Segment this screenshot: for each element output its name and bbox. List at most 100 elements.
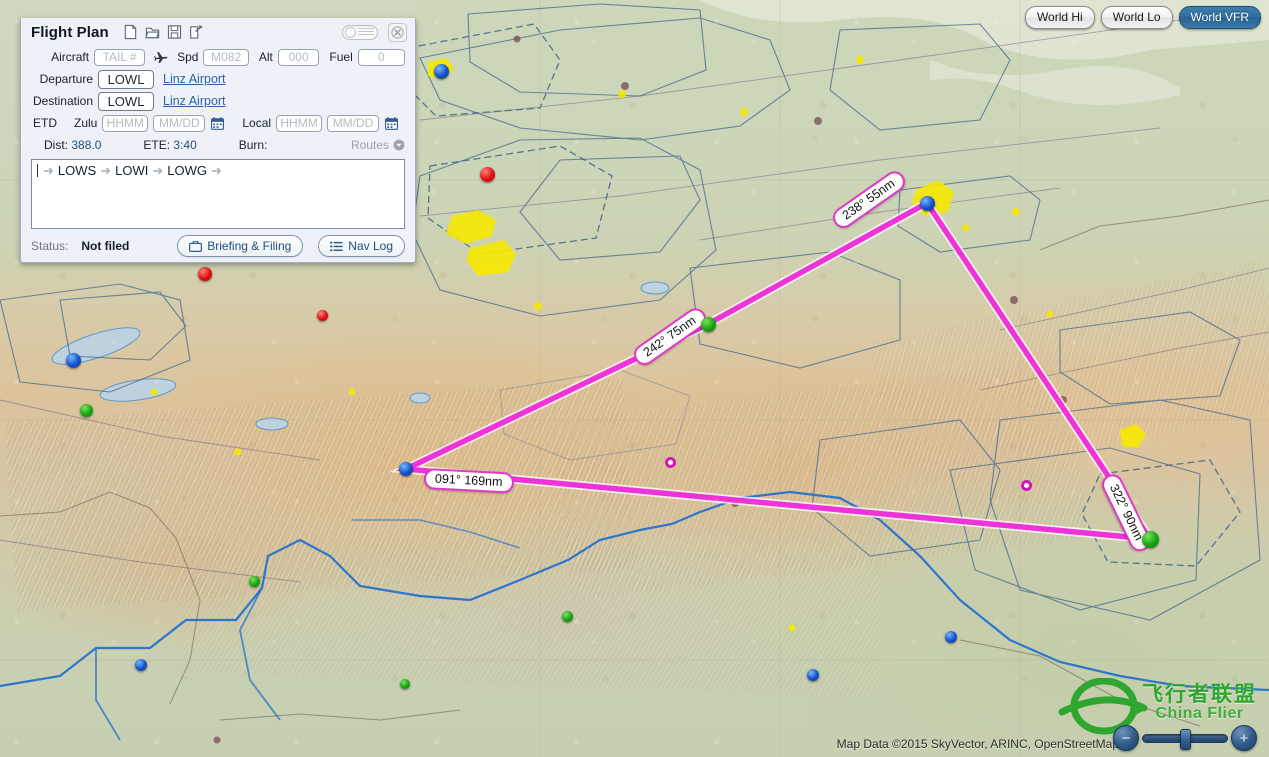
spd-label: Spd: [177, 50, 199, 64]
routes-label: Routes: [350, 137, 389, 152]
list-lines-icon: [330, 241, 343, 251]
route-input[interactable]: ➜ LOWS ➜ LOWI ➜ LOWG ➜: [31, 159, 405, 229]
briefing-filing-button[interactable]: Briefing & Filing: [177, 235, 304, 257]
airplane-icon[interactable]: [154, 51, 168, 64]
poi-marker-red-upper[interactable]: [479, 166, 495, 182]
etd-local-date-input[interactable]: MM/DD: [327, 114, 380, 132]
etd-label: ETD: [33, 116, 57, 130]
poi-marker-red-left[interactable]: [198, 267, 212, 281]
route-waypoint-2: LOWG: [167, 163, 207, 178]
dist-label: Dist:: [44, 137, 68, 152]
departure-input[interactable]: LOWL: [98, 69, 154, 89]
poi-marker-blue-s3[interactable]: [945, 631, 957, 643]
destination-airport-link[interactable]: Linz Airport: [163, 94, 226, 108]
route-arrow-0: ➜: [43, 163, 54, 178]
chevron-down-circle-icon: [393, 139, 405, 150]
zulu-label: Zulu: [74, 116, 98, 130]
ete-value: 3:40: [173, 137, 197, 152]
burn-stat: Burn:: [239, 138, 268, 152]
flight-plan-footer: Status: Not filed Briefing & Filing Nav …: [21, 229, 415, 257]
map-layer-buttons: World Hi World Lo World VFR: [1024, 6, 1261, 29]
zoom-slider-thumb[interactable]: [1180, 728, 1191, 750]
destination-row: Destination LOWL Linz Airport: [31, 90, 405, 112]
destination-input[interactable]: LOWL: [98, 91, 154, 111]
etd-row: ETD Zulu HHMM MM/DD Local HHMM MM/DD: [31, 112, 405, 134]
etd-zulu-time-input[interactable]: HHMM: [102, 114, 149, 132]
poi-marker-blue-s1[interactable]: [135, 659, 147, 671]
poi-marker-green-left[interactable]: [79, 403, 93, 417]
burn-label: Burn:: [238, 137, 268, 152]
zoom-in-button[interactable]: +: [1231, 725, 1257, 751]
close-icon: [391, 25, 404, 39]
calendar-icon-local[interactable]: [385, 116, 399, 130]
fuel-label: Fuel: [329, 50, 353, 64]
layer-button-world-hi[interactable]: World Hi: [1024, 6, 1095, 29]
speed-input[interactable]: M082: [203, 48, 249, 66]
waypoint-marker-blue-left[interactable]: [399, 462, 413, 476]
routes-dropdown[interactable]: Routes: [351, 138, 405, 152]
poi-marker-blue-left[interactable]: [65, 352, 81, 368]
etd-local-time-input[interactable]: HHMM: [276, 114, 323, 132]
departure-airport-link[interactable]: Linz Airport: [163, 72, 226, 86]
local-label: Local: [242, 116, 272, 130]
flight-plan-toolbar: [123, 24, 204, 40]
flight-plan-panel: Flight Plan Aircraft TAIL # Spd M082 Alt…: [20, 18, 416, 263]
waypoint-marker-green-right[interactable]: [1141, 530, 1159, 548]
poi-marker-blue-upper[interactable]: [433, 63, 449, 79]
route-arrow-2: ➜: [152, 163, 164, 178]
poi-marker-ring-left[interactable]: [664, 456, 676, 468]
new-file-icon[interactable]: [123, 24, 138, 40]
waypoint-marker-blue-top[interactable]: [919, 195, 935, 211]
toggle-knob: [345, 26, 356, 38]
ete-stat: ETE: 3:40: [143, 138, 196, 152]
briefing-filing-label: Briefing & Filing: [207, 239, 292, 253]
departure-row: Departure LOWL Linz Airport: [31, 68, 405, 90]
aircraft-label: Aircraft: [51, 50, 90, 64]
flight-plan-header: Flight Plan: [21, 18, 415, 46]
toggle-lines-icon: [358, 27, 374, 37]
skyvector-app: 238° 55nm 242° 75nm 091° 169nm 322° 90nm…: [0, 0, 1269, 757]
poi-marker-green-s3[interactable]: [400, 679, 410, 689]
list-toggle-switch[interactable]: [342, 24, 378, 40]
poi-marker-green-s2[interactable]: [561, 610, 573, 622]
tail-number-input[interactable]: TAIL #: [94, 48, 146, 66]
calendar-icon[interactable]: [211, 116, 225, 130]
etd-zulu-date-input[interactable]: MM/DD: [153, 114, 206, 132]
ete-label: ETE:: [143, 137, 171, 152]
zoom-control[interactable]: − +: [1113, 725, 1257, 751]
close-panel-button[interactable]: [388, 22, 407, 42]
waypoint-marker-green-mid[interactable]: [700, 316, 716, 332]
destination-label: Destination: [32, 94, 93, 108]
route-waypoint-0: LOWS: [57, 163, 97, 178]
save-disk-icon[interactable]: [167, 24, 182, 40]
flight-plan-fields: Aircraft TAIL # Spd M082 Alt 000 Fuel 0 …: [21, 46, 415, 134]
zoom-slider-track[interactable]: [1142, 728, 1228, 750]
status-label: Status:: [31, 239, 69, 253]
poi-marker-ring-right[interactable]: [1020, 479, 1032, 491]
flight-plan-stats: Dist: 388.0 ETE: 3:40 Burn: Routes: [21, 134, 415, 155]
route-waypoint-1: LOWI: [115, 163, 149, 178]
zoom-out-button[interactable]: −: [1113, 725, 1139, 751]
flight-plan-header-right: [342, 22, 407, 42]
route-arrow-3: ➜: [210, 163, 222, 178]
open-folder-icon[interactable]: [144, 24, 160, 40]
poi-marker-red-small[interactable]: [316, 309, 328, 321]
text-caret: [37, 164, 38, 177]
fuel-input[interactable]: 0: [357, 48, 405, 66]
layer-button-world-vfr[interactable]: World VFR: [1178, 6, 1261, 29]
departure-label: Departure: [39, 72, 93, 86]
alt-label: Alt: [258, 50, 273, 64]
dist-stat: Dist: 388.0: [44, 138, 101, 152]
route-arrow-1: ➜: [100, 163, 112, 178]
poi-marker-green-s1[interactable]: [248, 575, 260, 587]
poi-marker-blue-s2[interactable]: [807, 669, 819, 681]
map-attribution: Map Data ©2015 SkyVector, ARINC, OpenStr…: [836, 737, 1119, 751]
altitude-input[interactable]: 000: [277, 48, 320, 66]
nav-log-button[interactable]: Nav Log: [318, 235, 405, 257]
share-export-icon[interactable]: [189, 24, 204, 40]
panel-title: Flight Plan: [31, 23, 109, 41]
aircraft-row: Aircraft TAIL # Spd M082 Alt 000 Fuel 0: [31, 46, 405, 68]
status-value: Not filed: [81, 239, 130, 253]
layer-button-world-lo[interactable]: World Lo: [1100, 6, 1173, 29]
dist-value: 388.0: [71, 137, 102, 152]
